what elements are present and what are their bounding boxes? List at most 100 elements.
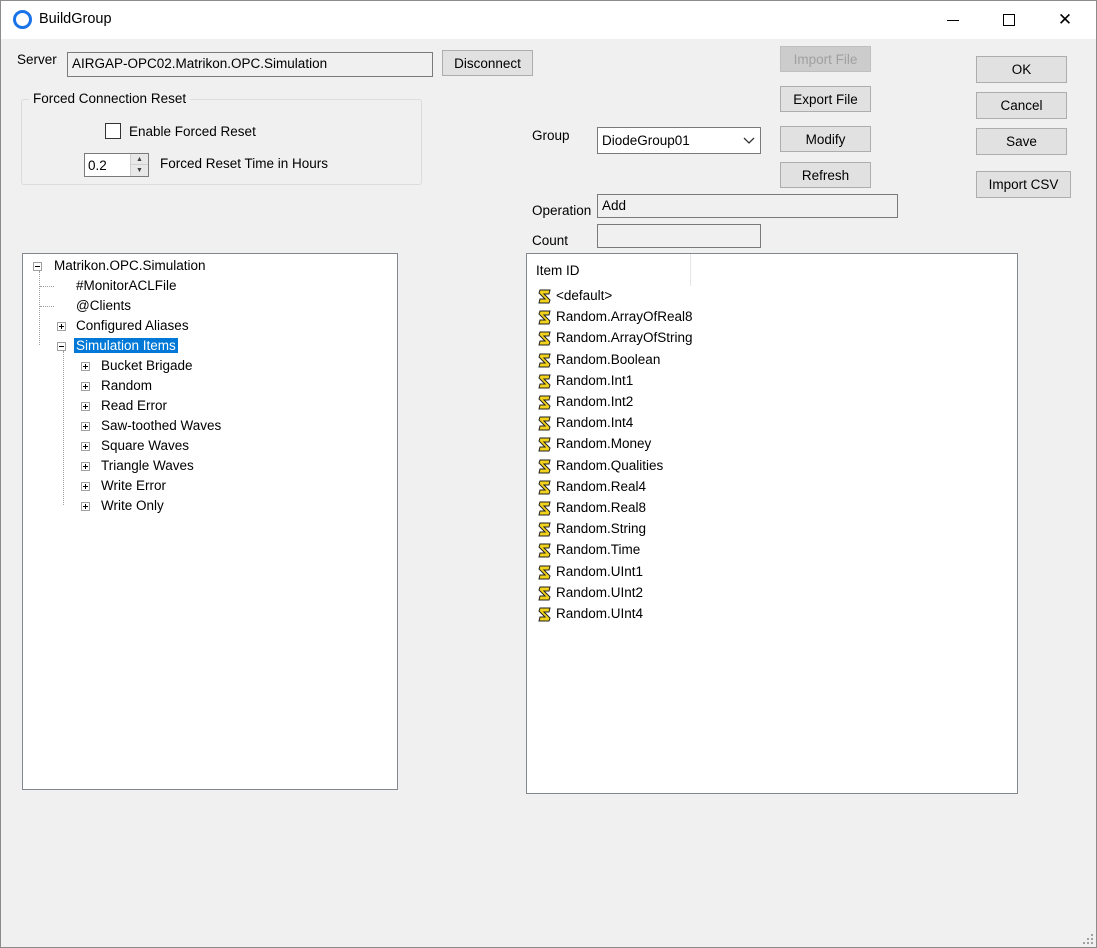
collapse-icon[interactable] xyxy=(57,342,66,351)
caret-up-icon: ▲ xyxy=(136,155,143,163)
opc-tree-view[interactable]: Matrikon.OPC.Simulation #MonitorACLFile … xyxy=(22,253,398,790)
save-button[interactable]: Save xyxy=(976,128,1067,155)
tree-node-write-error[interactable]: Write Error xyxy=(81,477,281,495)
count-field xyxy=(597,224,761,248)
tree-node-saw-toothed-waves[interactable]: Saw-toothed Waves xyxy=(81,417,281,435)
tree-node-label: Saw-toothed Waves xyxy=(101,418,222,433)
tree-node-label: Triangle Waves xyxy=(101,458,194,473)
expand-icon[interactable] xyxy=(81,402,90,411)
tag-icon xyxy=(538,310,551,325)
tag-icon xyxy=(538,522,551,537)
tree-node-bucket-brigade[interactable]: Bucket Brigade xyxy=(81,357,281,375)
tag-icon xyxy=(538,374,551,389)
minimize-icon xyxy=(947,19,959,21)
operation-field: Add xyxy=(597,194,898,218)
tree-node-label: Configured Aliases xyxy=(76,318,189,333)
tree-root-node[interactable]: Matrikon.OPC.Simulation xyxy=(33,257,233,275)
minimize-button[interactable] xyxy=(930,1,976,39)
item-id-text: Random.Time xyxy=(556,542,641,558)
item-id-text: Random.Int4 xyxy=(556,415,634,431)
expand-icon[interactable] xyxy=(81,382,90,391)
tag-icon xyxy=(538,586,551,601)
tree-node-square-waves[interactable]: Square Waves xyxy=(81,437,281,455)
forced-reset-time-stepper[interactable]: 0.2 ▲ ▼ xyxy=(84,153,149,177)
item-id-text: Random.Int1 xyxy=(556,372,634,388)
tree-node-label: #MonitorACLFile xyxy=(76,278,177,293)
resize-grip-icon[interactable] xyxy=(1082,933,1094,945)
tag-icon xyxy=(538,565,551,580)
group-dropdown[interactable]: DiodeGroup01 xyxy=(597,127,761,154)
tag-icon xyxy=(538,437,551,452)
enable-forced-reset-checkbox[interactable] xyxy=(105,123,121,139)
operation-label: Operation xyxy=(532,203,592,218)
tag-icon xyxy=(538,501,551,516)
cancel-button[interactable]: Cancel xyxy=(976,92,1067,119)
enable-forced-reset-label: Enable Forced Reset xyxy=(129,124,256,139)
tree-node-random[interactable]: Random xyxy=(81,377,281,395)
item-id-text: Random.Int2 xyxy=(556,394,634,409)
group-selected-value: DiodeGroup01 xyxy=(602,133,690,148)
expand-icon[interactable] xyxy=(81,502,90,511)
tree-node-label: @Clients xyxy=(76,298,131,313)
item-id-text: Random.UInt1 xyxy=(556,563,644,579)
item-id-text: Random.Qualities xyxy=(556,457,664,473)
expand-icon[interactable] xyxy=(81,462,90,471)
count-label: Count xyxy=(532,233,569,248)
title-bar[interactable]: BuildGroup ✕ xyxy=(1,1,1096,39)
expand-icon[interactable] xyxy=(81,442,90,451)
tree-node-label: Simulation Items xyxy=(74,338,178,353)
item-id-list[interactable]: Item ID <default> Random.ArrayOfReal8 Rand… xyxy=(526,253,1018,794)
tree-node-monitor-acl[interactable]: #MonitorACLFile xyxy=(40,277,257,295)
expand-icon[interactable] xyxy=(81,482,90,491)
export-file-button[interactable]: Export File xyxy=(780,86,871,112)
tag-icon xyxy=(538,395,551,410)
close-icon: ✕ xyxy=(1057,9,1073,30)
expand-icon[interactable] xyxy=(57,322,66,331)
server-label: Server xyxy=(17,52,57,67)
expand-icon[interactable] xyxy=(81,422,90,431)
tree-node-simulation-items[interactable]: Simulation Items xyxy=(57,337,257,355)
server-field: AIRGAP-OPC02.Matrikon.OPC.Simulation xyxy=(67,52,433,77)
tag-icon xyxy=(538,607,551,622)
forced-reset-legend: Forced Connection Reset xyxy=(29,91,191,106)
tree-node-configured-aliases[interactable]: Configured Aliases xyxy=(57,317,257,335)
tag-icon xyxy=(538,459,551,474)
tag-icon xyxy=(538,543,551,558)
maximize-icon xyxy=(1003,14,1015,26)
forced-reset-groupbox xyxy=(21,99,422,185)
tag-icon xyxy=(538,353,551,368)
tree-node-label: Bucket Brigade xyxy=(101,358,193,373)
item-id-text: Random.UInt2 xyxy=(556,584,644,600)
item-id-column-header[interactable]: Item ID xyxy=(527,254,691,286)
item-id-text: Random.Real4 xyxy=(556,478,647,494)
item-id-text: Random.UInt4 xyxy=(556,606,644,621)
close-button[interactable]: ✕ xyxy=(1042,1,1088,39)
import-file-button[interactable]: Import File xyxy=(780,46,871,72)
spin-up-button[interactable]: ▲ xyxy=(131,154,148,165)
item-id-text: Random.Money xyxy=(556,436,652,452)
refresh-button[interactable]: Refresh xyxy=(780,162,871,188)
spin-down-button[interactable]: ▼ xyxy=(131,165,148,176)
tree-node-clients[interactable]: @Clients xyxy=(40,297,257,315)
modify-button[interactable]: Modify xyxy=(780,126,871,152)
tree-node-write-only[interactable]: Write Only xyxy=(81,497,281,515)
item-id-text: Random.Boolean xyxy=(556,351,661,367)
tree-connector xyxy=(63,351,64,505)
tag-icon xyxy=(538,289,551,304)
tree-connector xyxy=(40,286,54,287)
tree-node-triangle-waves[interactable]: Triangle Waves xyxy=(81,457,281,475)
import-csv-button[interactable]: Import CSV xyxy=(976,171,1071,198)
tag-icon xyxy=(538,331,551,346)
spin-buttons: ▲ ▼ xyxy=(130,154,148,176)
forced-reset-time-label: Forced Reset Time in Hours xyxy=(160,156,329,171)
tag-icon xyxy=(538,480,551,495)
group-label: Group xyxy=(532,128,570,143)
expand-icon[interactable] xyxy=(81,362,90,371)
maximize-button[interactable] xyxy=(986,1,1032,39)
tree-connector xyxy=(39,271,40,345)
buildgroup-window: BuildGroup ✕ Server AIRGAP-OPC02.Matriko… xyxy=(0,0,1097,948)
ok-button[interactable]: OK xyxy=(976,56,1067,83)
disconnect-button[interactable]: Disconnect xyxy=(442,50,533,76)
collapse-icon[interactable] xyxy=(33,262,42,271)
tree-node-read-error[interactable]: Read Error xyxy=(81,397,281,415)
